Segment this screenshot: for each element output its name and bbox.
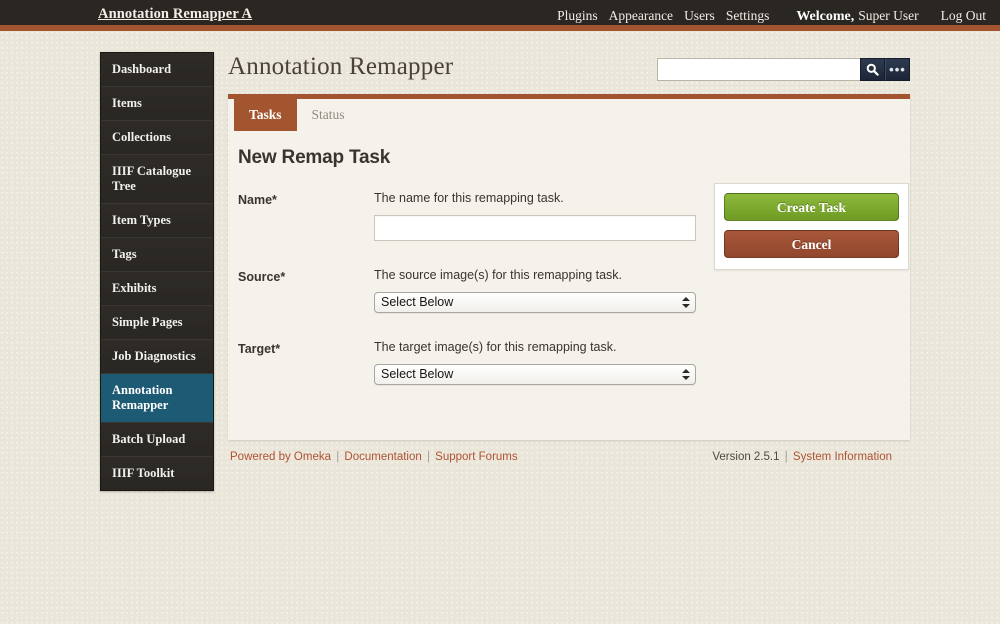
powered-by-omeka-link[interactable]: Powered by Omeka [230,451,331,463]
sidebar-item-batch-upload[interactable]: Batch Upload [101,423,213,457]
sidebar-item-iiif-catalogue-tree[interactable]: IIIF Catalogue Tree [101,155,213,204]
sidebar-item-simple-pages[interactable]: Simple Pages [101,306,213,340]
top-header-bar: Annotation Remapper A Plugins Appearance… [0,0,1000,31]
search-input[interactable] [657,58,860,81]
page-title: Annotation Remapper [228,53,454,80]
field-row-target: Target* The target image(s) for this rem… [238,340,888,385]
nav-appearance[interactable]: Appearance [609,8,673,24]
search-icon [866,63,879,76]
sidebar-item-exhibits[interactable]: Exhibits [101,272,213,306]
field-control-source: The source image(s) for this remapping t… [374,268,700,313]
sidebar-item-tags[interactable]: Tags [101,238,213,272]
target-select[interactable]: Select Below [374,364,696,385]
current-user-name: Super User [858,8,919,23]
search-submit-button[interactable] [860,58,885,81]
logout-link[interactable]: Log Out [941,8,986,24]
page-wrapper: Dashboard Items Collections IIIF Catalog… [0,31,1000,624]
sidebar-navigation: Dashboard Items Collections IIIF Catalog… [100,52,214,491]
field-description-name: The name for this remapping task. [374,191,564,205]
field-control-name: The name for this remapping task. [374,191,700,241]
sidebar-item-dashboard[interactable]: Dashboard [101,53,213,87]
form-heading: New Remap Task [238,147,391,168]
field-row-source: Source* The source image(s) for this rem… [238,268,888,313]
field-control-target: The target image(s) for this remapping t… [374,340,700,385]
sidebar-item-iiif-toolkit[interactable]: IIIF Toolkit [101,457,213,490]
sidebar-item-item-types[interactable]: Item Types [101,204,213,238]
nav-settings[interactable]: Settings [726,8,770,24]
field-description-source: The source image(s) for this remapping t… [374,268,623,282]
action-panel: Create Task Cancel [714,183,909,270]
nav-plugins[interactable]: Plugins [557,8,598,24]
footer-right-links: Version 2.5.1 | System Information [712,451,892,463]
top-navigation: Plugins Appearance Users Settings Welcom… [557,8,986,25]
footer: Powered by Omeka | Documentation | Suppo… [228,440,910,463]
field-label-source: Source* [238,270,286,284]
version-label: Version 2.5.1 [712,451,780,463]
page-title-row: Annotation Remapper ••• [228,52,910,94]
content-panel: Tasks Status New Remap Task Name* The na… [228,94,910,440]
tab-bar: Tasks Status [228,99,910,131]
search-form: ••• [657,58,910,81]
welcome-label: Welcome, [796,9,855,24]
create-task-button[interactable]: Create Task [724,193,899,221]
site-title-link[interactable]: Annotation Remapper A [98,6,252,23]
advanced-search-button[interactable]: ••• [885,58,910,81]
sidebar-item-annotation-remapper[interactable]: Annotation Remapper [101,374,213,423]
field-label-name: Name* [238,193,277,207]
footer-separator: | [784,451,788,463]
footer-separator: | [426,451,430,463]
sidebar-item-job-diagnostics[interactable]: Job Diagnostics [101,340,213,374]
cancel-button[interactable]: Cancel [724,230,899,258]
target-select-wrapper: Select Below [374,364,696,385]
footer-left-links: Powered by Omeka | Documentation | Suppo… [230,451,518,463]
documentation-link[interactable]: Documentation [344,451,421,463]
field-label-target: Target* [238,342,281,356]
welcome-group: Welcome, Super User [796,8,918,25]
system-information-link[interactable]: System Information [793,451,892,463]
source-select-wrapper: Select Below [374,292,696,313]
ellipsis-icon: ••• [889,61,906,77]
footer-separator: | [336,451,340,463]
sidebar-item-collections[interactable]: Collections [101,121,213,155]
panel-body: New Remap Task Name* The name for this r… [228,131,910,438]
support-forums-link[interactable]: Support Forums [435,451,517,463]
tab-tasks[interactable]: Tasks [234,99,297,131]
name-input[interactable] [374,215,696,241]
tab-status[interactable]: Status [297,99,360,131]
source-select[interactable]: Select Below [374,292,696,313]
sidebar-item-items[interactable]: Items [101,87,213,121]
main-content: Annotation Remapper ••• Tasks Status New… [228,52,910,463]
nav-users[interactable]: Users [684,8,715,24]
field-description-target: The target image(s) for this remapping t… [374,340,617,354]
